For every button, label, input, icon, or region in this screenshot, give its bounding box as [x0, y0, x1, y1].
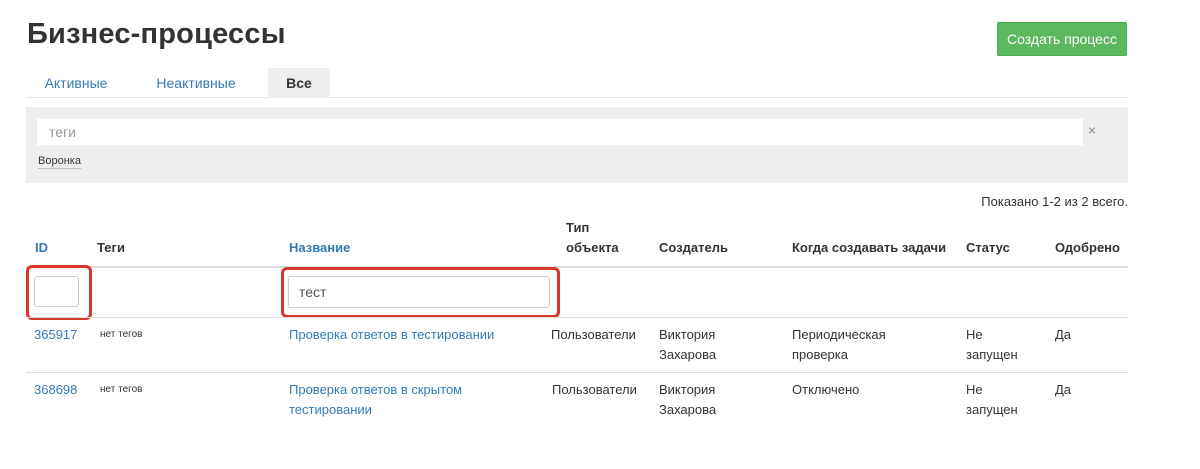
row2-name-link-line2[interactable]: тестировании [289, 400, 372, 420]
header-divider [26, 266, 1128, 268]
row2-tags: нет тегов [100, 384, 143, 395]
row1-status-line2: запущен [966, 347, 1018, 362]
column-header-object-type-line2: объекта [566, 240, 619, 255]
status-tabs: Активные Неактивные Все [26, 68, 1128, 98]
row1-id-link[interactable]: 365917 [34, 325, 77, 345]
row2-object-type: Пользователи [552, 382, 637, 397]
tab-inactive[interactable]: Неактивные [126, 68, 266, 98]
column-header-id[interactable]: ID [35, 238, 48, 258]
clear-tags-icon[interactable]: × [1088, 122, 1096, 138]
column-header-approved: Одобрено [1055, 240, 1120, 255]
row2-id-link[interactable]: 368698 [34, 380, 77, 400]
results-summary: Показано 1-2 из 2 всего. [981, 194, 1128, 209]
filter-panel: × Воронка [26, 107, 1128, 183]
row2-name-link-line1[interactable]: Проверка ответов в скрытом [289, 380, 462, 400]
row1-object-type: Пользователи [551, 327, 636, 342]
tab-all[interactable]: Все [268, 68, 330, 98]
row1-status-line1: Не [966, 327, 983, 342]
column-header-tags: Теги [97, 240, 125, 255]
row2-status-line2: запущен [966, 402, 1018, 417]
column-header-status: Статус [966, 240, 1010, 255]
id-filter-input[interactable] [34, 276, 79, 307]
column-header-when-create: Когда создавать задачи [792, 240, 947, 255]
filter-row-divider [26, 317, 1128, 318]
row2-creator-last: Захарова [659, 402, 717, 417]
column-header-creator: Создатель [659, 240, 728, 255]
column-header-object-type-line1: Тип [566, 220, 590, 235]
name-filter-input[interactable] [288, 276, 550, 308]
row2-status-line1: Не [966, 382, 983, 397]
row1-when-line1: Периодическая [792, 327, 886, 342]
row1-creator-first: Виктория [659, 327, 716, 342]
funnel-filter-link[interactable]: Воронка [38, 155, 81, 169]
row1-approved: Да [1055, 327, 1072, 342]
page-title: Бизнес-процессы [27, 18, 286, 50]
row1-creator-last: Захарова [659, 347, 717, 362]
row2-when: Отключено [792, 382, 860, 397]
row-divider [26, 372, 1128, 373]
row2-creator-first: Виктория [659, 382, 716, 397]
tags-input[interactable] [37, 119, 1083, 145]
create-process-button[interactable]: Создать процесс [997, 22, 1127, 56]
row1-tags: нет тегов [100, 329, 143, 340]
row1-name-link[interactable]: Проверка ответов в тестировании [289, 325, 494, 345]
row1-when-line2: проверка [792, 347, 848, 362]
row2-approved: Да [1055, 382, 1072, 397]
tab-active[interactable]: Активные [26, 68, 126, 98]
column-header-name[interactable]: Название [289, 238, 350, 258]
